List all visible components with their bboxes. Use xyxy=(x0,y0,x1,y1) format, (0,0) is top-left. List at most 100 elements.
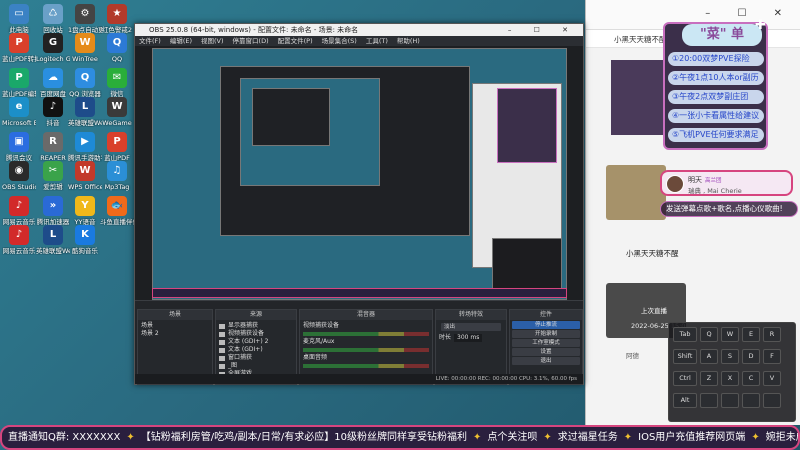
desktop-icon[interactable]: 🐟 斗鱼直播伴侣 xyxy=(100,196,134,226)
volume-meter[interactable] xyxy=(303,332,429,336)
desktop-icon[interactable]: e Microsoft Edge xyxy=(2,97,36,127)
source-item[interactable]: 显示器捕获 xyxy=(219,322,293,330)
on-screen-keyboard[interactable]: Tab Q W E R Shift A S D F Ctrl Z X C V Alt xyxy=(668,322,796,422)
desktop-icon[interactable]: ⚙1盘点自动更新脚本.bat xyxy=(68,4,102,34)
desktop-icon[interactable]: K 酷狗音乐 xyxy=(68,225,102,255)
desktop-icon[interactable]: P蓝山PDF编辑器 xyxy=(2,68,36,98)
keyboard-key[interactable]: Shift xyxy=(673,349,697,364)
keyboard-key[interactable]: R xyxy=(763,327,781,342)
desktop-icon-label: 英雄联盟WeGame版 xyxy=(68,119,102,127)
desktop-icon[interactable]: G Logitech G HUB xyxy=(36,33,70,63)
keyboard-key[interactable] xyxy=(700,393,718,408)
keyboard-key[interactable]: F xyxy=(763,349,781,364)
obs-window-controls[interactable]: – ☐ ✕ xyxy=(508,24,578,36)
window-controls[interactable]: – ☐ ✕ xyxy=(705,8,794,19)
obs-preview[interactable] xyxy=(152,48,567,300)
desktop-icon[interactable]: ♪ 抖音 xyxy=(36,97,70,127)
source-item[interactable]: 文本 (GDI+) xyxy=(219,346,293,354)
yy-icon: Y xyxy=(75,196,95,216)
source-item[interactable]: 视频捕获设备 xyxy=(219,330,293,338)
duration-input[interactable]: 300 ms xyxy=(454,334,483,342)
desktop-icon[interactable]: ★ 红色警戒2 xyxy=(100,4,134,34)
feed-title[interactable]: 小黑天天糖不醒 xyxy=(626,248,679,259)
menu-view[interactable]: 视图(V) xyxy=(201,37,224,45)
menu-help[interactable]: 帮助(H) xyxy=(397,37,420,45)
stream-thumbnail[interactable] xyxy=(606,165,666,220)
stop-streaming-button[interactable]: 停止推流 xyxy=(512,321,580,329)
menu-file[interactable]: 文件(F) xyxy=(139,37,161,45)
menu-docks[interactable]: 停靠窗口(D) xyxy=(233,37,269,45)
desktop-icon[interactable]: ▶腾讯手游助手 xyxy=(68,132,102,162)
obs-titlebar[interactable]: OBS 25.0.8 (64-bit, windows) - 配置文件: 未命名… xyxy=(135,24,583,36)
keyboard-key[interactable] xyxy=(763,393,781,408)
desktop-icon-label: 爱剪辑 xyxy=(43,183,63,191)
keyboard-key[interactable]: Ctrl xyxy=(673,371,697,386)
desktop-icon[interactable]: Q QQ 浏览器 xyxy=(68,68,102,98)
scenes-dock-title: 场景 xyxy=(138,310,212,320)
keyboard-key[interactable]: Z xyxy=(700,371,718,386)
desktop-icon[interactable]: ♪ 网易云音乐 xyxy=(2,225,36,255)
desktop-icon[interactable]: Q QQ xyxy=(100,33,134,63)
studio-mode-button[interactable]: 工作室模式 xyxy=(512,339,580,347)
desktop-icon[interactable]: Y YY语音 xyxy=(68,196,102,226)
menu-scene-collection[interactable]: 场景集合(S) xyxy=(322,37,357,45)
desktop-icon[interactable]: W WinTree xyxy=(68,33,102,63)
keyboard-key[interactable] xyxy=(721,393,739,408)
keyboard-key[interactable]: X xyxy=(721,371,739,386)
computer-icon: ▭ xyxy=(9,4,29,24)
obs-window[interactable]: OBS 25.0.8 (64-bit, windows) - 配置文件: 未命名… xyxy=(134,23,584,385)
keyboard-key[interactable]: C xyxy=(742,371,760,386)
keyboard-key[interactable]: Q xyxy=(700,327,718,342)
ticker-segment: 直播通知Q群: XXXXXXX xyxy=(8,432,121,443)
start-recording-button[interactable]: 开始录制 xyxy=(512,330,580,338)
keyboard-key[interactable]: Alt xyxy=(673,393,697,408)
settings-button[interactable]: 设置 xyxy=(512,348,580,356)
menu-item: ④一张小卡看属性给建议 xyxy=(668,109,764,123)
volume-meter[interactable] xyxy=(303,348,429,352)
scene-item[interactable]: 场景 2 xyxy=(141,330,209,338)
source-item[interactable]: 窗口捕获 xyxy=(219,354,293,362)
desktop-icon[interactable]: W WPS Office xyxy=(68,161,102,191)
keyboard-key[interactable]: E xyxy=(742,327,760,342)
keyboard-key[interactable]: D xyxy=(742,349,760,364)
desktop-icon[interactable]: ♺ 回收站 xyxy=(36,4,70,34)
desktop-icon[interactable]: ✉ 微信 xyxy=(100,68,134,98)
feed-user[interactable]: 阿德 xyxy=(626,350,639,360)
desktop-icon[interactable]: ✂ 爱剪辑 xyxy=(36,161,70,191)
desktop-icon[interactable]: R REAPER xyxy=(36,132,70,162)
desktop-icon[interactable]: W WeGame xyxy=(100,97,134,127)
exit-button[interactable]: 退出 xyxy=(512,357,580,365)
desktop-icon[interactable]: ♫ Mp3Tag xyxy=(100,161,134,191)
keyboard-key[interactable]: A xyxy=(700,349,718,364)
scene-item[interactable]: 场景 xyxy=(141,322,209,330)
keyboard-key[interactable]: Tab xyxy=(673,327,697,342)
keyboard-key[interactable]: V xyxy=(763,371,781,386)
menu-edit[interactable]: 编辑(E) xyxy=(170,37,192,45)
desktop-icon[interactable]: ◉ OBS Studio xyxy=(2,161,36,191)
desktop-icon[interactable]: ▣ 腾讯会议 xyxy=(2,132,36,162)
game-thumbnail xyxy=(611,60,666,135)
keyboard-key[interactable]: S xyxy=(721,349,739,364)
desktop-icon[interactable]: P 蓝山PDF转换器 xyxy=(2,33,36,63)
pdf-icon-2: P xyxy=(107,132,127,152)
menu-tools[interactable]: 工具(T) xyxy=(366,37,388,45)
desktop-icon[interactable]: » 腾讯加速器 xyxy=(36,196,70,226)
desktop-icon[interactable]: L 英雄联盟WeGame版 xyxy=(36,225,70,255)
desktop-icon[interactable]: L 英雄联盟WeGame版 xyxy=(68,97,102,127)
desktop-icon-label: 蓝山PDF转换器 xyxy=(2,55,36,63)
netease-icon: ♪ xyxy=(9,196,29,216)
preview-keyboard xyxy=(492,238,562,293)
volume-meter[interactable] xyxy=(303,364,429,368)
desktop-icon[interactable]: P 蓝山PDF xyxy=(100,132,134,162)
keyboard-key[interactable]: W xyxy=(721,327,739,342)
desktop-icon[interactable]: ☁ 百度网盘 xyxy=(36,68,70,98)
source-item[interactable]: 文本 (GDI+) 2 xyxy=(219,338,293,346)
keyboard-key[interactable] xyxy=(742,393,760,408)
menu-profile[interactable]: 配置文件(P) xyxy=(278,37,313,45)
desktop-icon-label: 斗鱼直播伴侣 xyxy=(100,218,134,226)
desktop-icon[interactable]: ▭ 此电脑 xyxy=(2,4,36,34)
transition-select[interactable]: 淡出 xyxy=(441,323,501,331)
desktop-icon[interactable]: ♪ 网易云音乐 xyxy=(2,196,36,226)
source-label: _图 xyxy=(228,362,238,369)
source-item[interactable]: _图 xyxy=(219,362,293,370)
